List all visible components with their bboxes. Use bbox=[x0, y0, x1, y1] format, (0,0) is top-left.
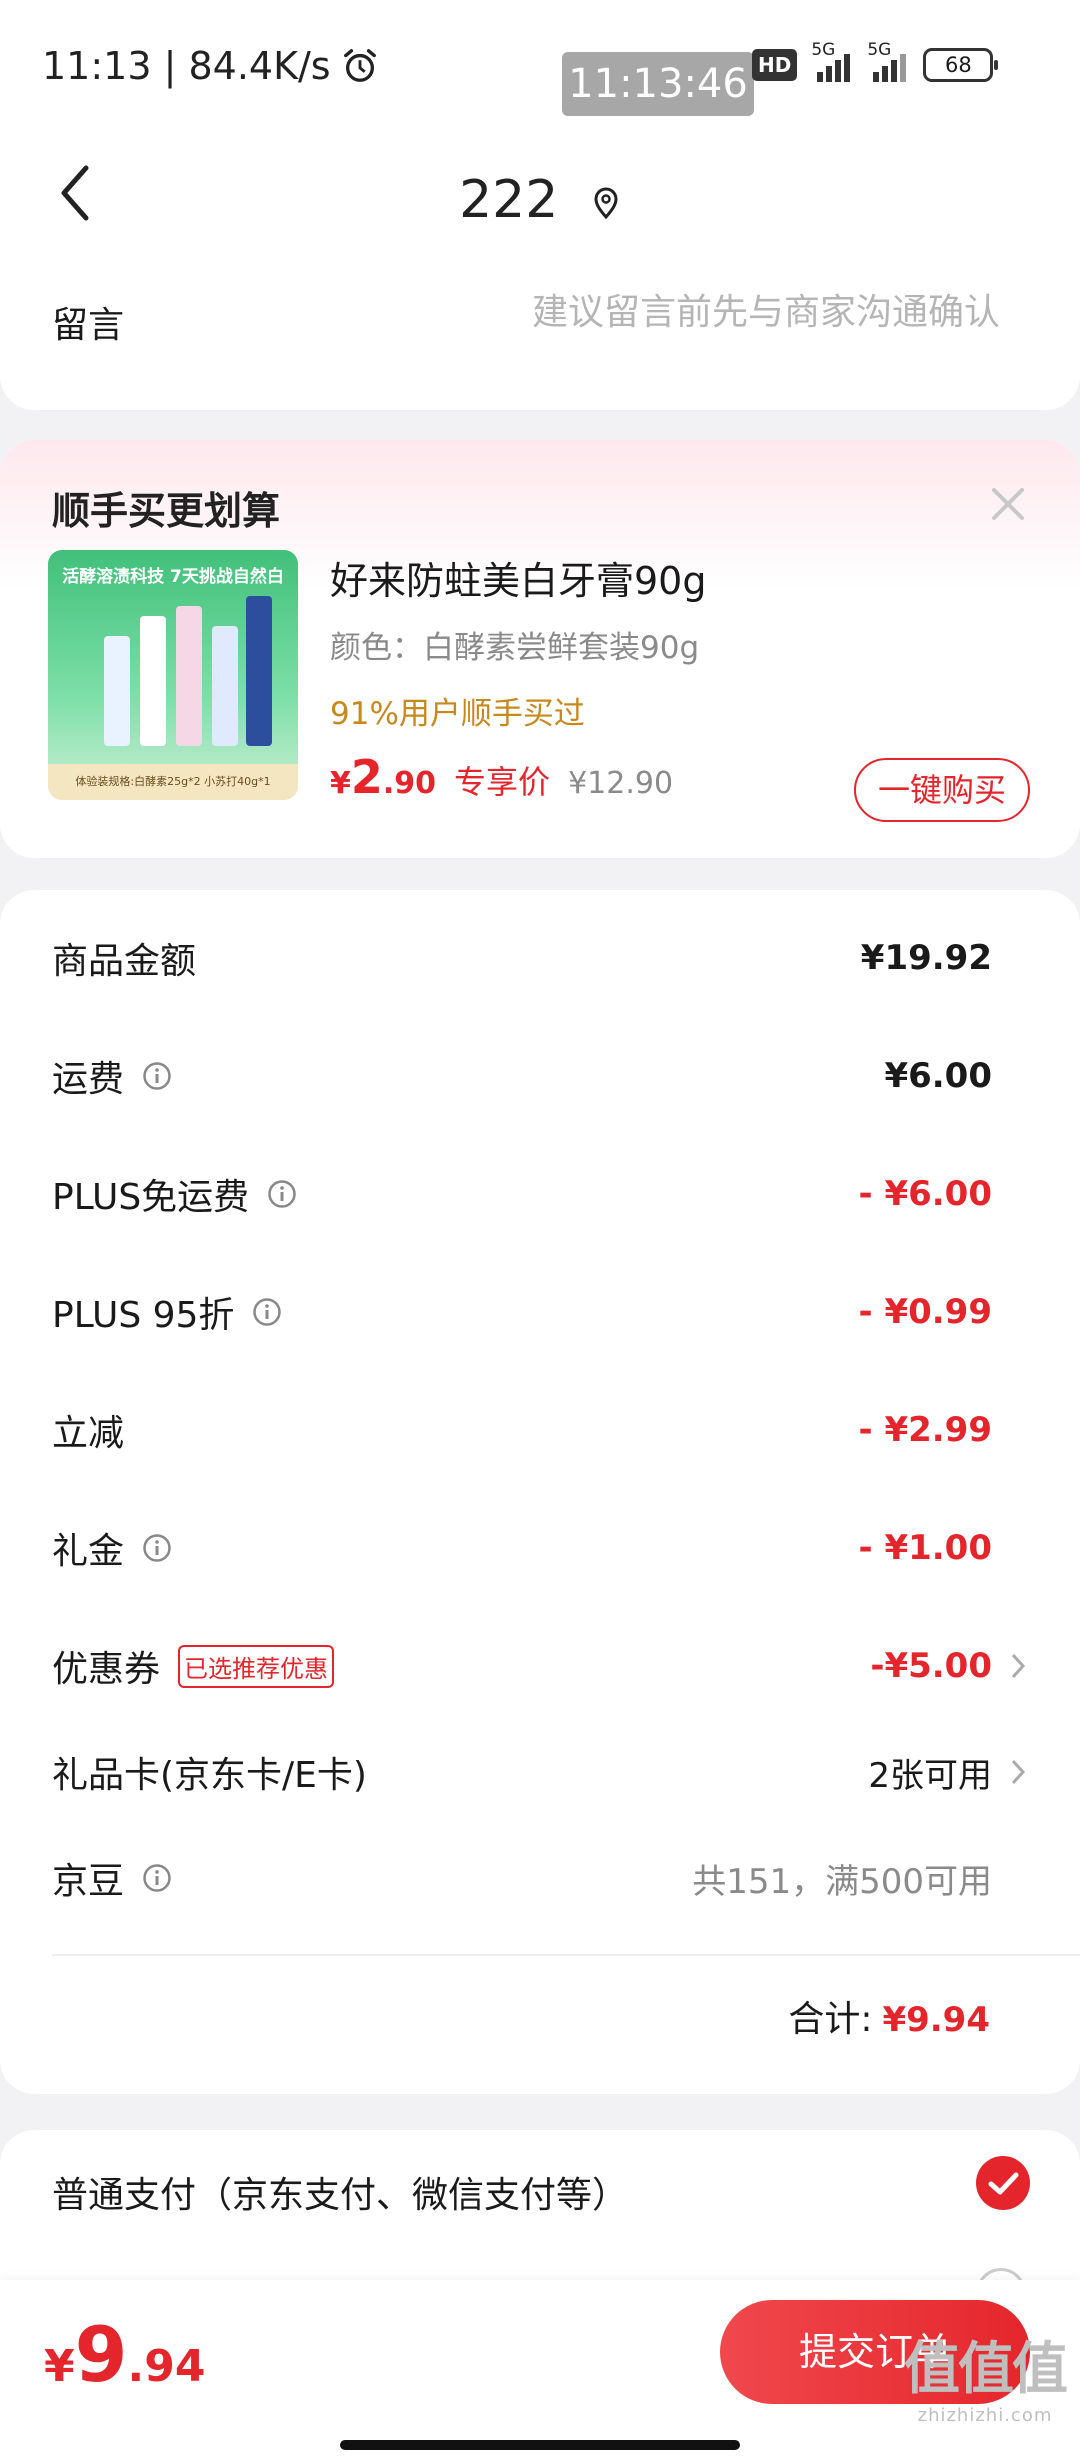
close-icon[interactable] bbox=[988, 484, 1028, 524]
alarm-clock-icon bbox=[343, 49, 376, 82]
summary-value: 2张可用 bbox=[868, 1755, 992, 1796]
message-input[interactable] bbox=[400, 292, 1000, 333]
status-time-speed: 11:13 | 84.4K/s bbox=[42, 44, 331, 88]
tube-shape bbox=[140, 616, 166, 746]
hd-badge: HD bbox=[752, 49, 798, 81]
status-icons: HD 5G 5G 68 bbox=[752, 40, 999, 82]
original-price: ¥12.90 bbox=[568, 766, 674, 801]
info-icon[interactable] bbox=[142, 1863, 172, 1893]
summary-row-gift-card[interactable]: 礼品卡(京东卡/E卡) 2张可用 bbox=[52, 1742, 1028, 1802]
info-icon[interactable] bbox=[267, 1179, 297, 1209]
summary-label: 立减 bbox=[52, 1413, 125, 1454]
total-label: 合计: bbox=[788, 1999, 873, 2040]
address-name[interactable]: 222 bbox=[459, 170, 558, 230]
info-icon[interactable] bbox=[142, 1061, 172, 1091]
summary-value: ¥6.00 bbox=[884, 1056, 992, 1096]
summary-value: - ¥1.00 bbox=[858, 1528, 993, 1568]
summary-row-shipping: 运费 ¥6.00 bbox=[52, 1046, 1028, 1106]
summary-value: 共151，满500可用 bbox=[692, 1861, 992, 1902]
summary-value: - ¥2.99 bbox=[858, 1410, 993, 1450]
order-total: 合计: ¥9.94 bbox=[788, 1990, 990, 2042]
location-pin-icon bbox=[594, 187, 618, 220]
signal-icon-2: 5G bbox=[867, 40, 909, 82]
signal-icon-1: 5G bbox=[811, 40, 853, 82]
summary-label: 运费 bbox=[52, 1050, 172, 1102]
order-summary-card: 商品金额 ¥19.92 运费 ¥6.00 PLUS免运费 - ¥6.00 PLU… bbox=[0, 890, 1080, 2094]
exclusive-price-label: 专享价 bbox=[454, 763, 551, 801]
product-name[interactable]: 好来防蛀美白牙膏90g bbox=[330, 550, 706, 605]
bottom-total-price: ¥9.94 bbox=[44, 2310, 206, 2399]
tube-shape bbox=[246, 596, 272, 746]
status-left: 11:13 | 84.4K/s bbox=[42, 44, 379, 88]
summary-label: 京豆 bbox=[52, 1852, 172, 1904]
summary-label: 礼金 bbox=[52, 1522, 172, 1574]
summary-label: 优惠券 已选推荐优惠 bbox=[52, 1640, 335, 1692]
total-value: ¥9.94 bbox=[882, 2000, 990, 2040]
summary-row-gift-money: 礼金 - ¥1.00 bbox=[52, 1518, 1028, 1578]
home-indicator[interactable] bbox=[340, 2440, 740, 2450]
network-type-2: 5G bbox=[867, 40, 892, 60]
tube-shape bbox=[104, 636, 130, 746]
product-image-banner: 活酵溶渍科技 7天挑战自然白 bbox=[62, 567, 284, 587]
summary-row-instant-discount: 立减 - ¥2.99 bbox=[52, 1400, 1028, 1460]
summary-row-goods: 商品金额 ¥19.92 bbox=[52, 928, 1028, 988]
page-title: 222 bbox=[0, 170, 1080, 230]
chevron-right-icon[interactable] bbox=[1008, 1650, 1028, 1682]
one-click-buy-button[interactable]: 一键购买 bbox=[854, 758, 1030, 822]
summary-label: PLUS 95折 bbox=[52, 1286, 282, 1338]
summary-label: 礼品卡(京东卡/E卡) bbox=[52, 1755, 367, 1796]
header: 222 bbox=[0, 130, 1080, 270]
summary-row-plus-free-shipping: PLUS免运费 - ¥6.00 bbox=[52, 1164, 1028, 1224]
message-card: 留言 bbox=[0, 250, 1080, 410]
message-label: 留言 bbox=[52, 305, 125, 346]
check-selected-icon[interactable] bbox=[976, 2156, 1030, 2210]
bundle-promo-card: 顺手买更划算 活酵溶渍科技 7天挑战自然白 体验装规格:白酵素25g*2 小苏打… bbox=[0, 440, 1080, 858]
summary-row-jingdou: 京豆 共151，满500可用 bbox=[52, 1848, 1028, 1908]
info-icon[interactable] bbox=[142, 1533, 172, 1563]
product-purchase-tag: 91%用户顺手买过 bbox=[330, 696, 585, 732]
product-spec: 颜色：白酵素尝鲜套装90g bbox=[330, 630, 700, 666]
product-image[interactable]: 活酵溶渍科技 7天挑战自然白 体验装规格:白酵素25g*2 小苏打40g*1 bbox=[48, 550, 298, 800]
screenshot-time-chip: 11:13:46 bbox=[562, 52, 754, 116]
summary-value: - ¥0.99 bbox=[858, 1292, 993, 1332]
summary-value: ¥19.92 bbox=[860, 938, 992, 978]
payment-method-label[interactable]: 普通支付（京东支付、微信支付等） bbox=[52, 2166, 628, 2218]
summary-label: 商品金额 bbox=[52, 941, 197, 982]
price-row: ¥2.90 专享价 ¥12.90 bbox=[330, 750, 673, 804]
battery-icon: 68 bbox=[923, 48, 999, 82]
promo-title: 顺手买更划算 bbox=[52, 489, 281, 533]
summary-label: PLUS免运费 bbox=[52, 1168, 297, 1220]
network-type-1: 5G bbox=[811, 40, 836, 60]
product-image-footer: 体验装规格:白酵素25g*2 小苏打40g*1 bbox=[48, 764, 298, 800]
exclusive-price: ¥2.90 bbox=[330, 750, 437, 804]
watermark-logo: 值值值 zhizhizhi.com bbox=[904, 2324, 1068, 2426]
status-bar: 11:13 | 84.4K/s 11:13:46 HD 5G 5G 68 bbox=[0, 0, 1080, 130]
summary-row-coupon[interactable]: 优惠券 已选推荐优惠 -¥5.00 bbox=[52, 1636, 1028, 1696]
watermark-line2: zhizhizhi.com bbox=[917, 2405, 1053, 2426]
bottom-bar: ¥9.94 提交订单 值值值 zhizhizhi.com bbox=[0, 2280, 1080, 2460]
summary-row-plus-discount: PLUS 95折 - ¥0.99 bbox=[52, 1282, 1028, 1342]
tube-shape bbox=[212, 626, 238, 746]
chevron-right-icon[interactable] bbox=[1008, 1756, 1028, 1788]
summary-value: - ¥6.00 bbox=[858, 1174, 993, 1214]
info-icon[interactable] bbox=[252, 1297, 282, 1327]
tube-shape bbox=[176, 606, 202, 746]
coupon-selected-badge: 已选推荐优惠 bbox=[178, 1644, 335, 1688]
watermark-line1: 值值值 bbox=[904, 2337, 1068, 2402]
summary-value: -¥5.00 bbox=[870, 1646, 992, 1686]
divider bbox=[52, 1954, 1080, 1956]
